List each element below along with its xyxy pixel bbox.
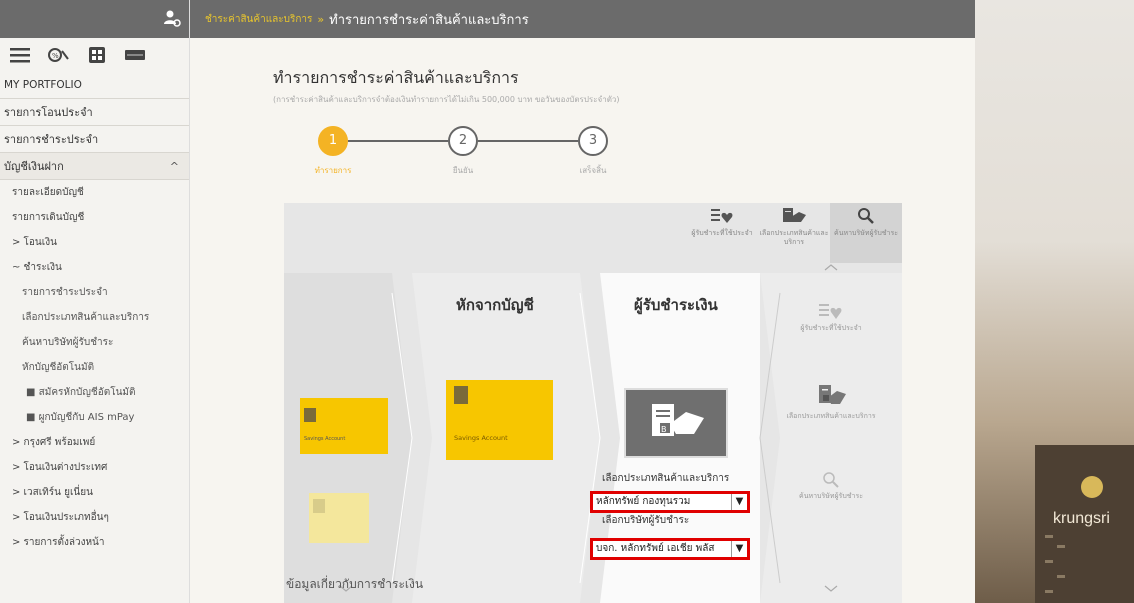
account-card-selected[interactable]: Savings Account <box>446 380 553 460</box>
step-1-circle: 1 <box>318 126 348 156</box>
chevron-up-icon[interactable] <box>824 263 838 271</box>
shortcut-label: เลือกประเภทสินค้าและบริการ <box>786 412 876 420</box>
svg-text:%: % <box>52 52 59 60</box>
sidebar-subitem-recurring-payment[interactable]: รายการชำระประจำ <box>0 280 189 305</box>
krungsri-logo-icon <box>1081 476 1103 498</box>
card-label: Savings Account <box>454 434 508 442</box>
sidebar-subitem-scheduled[interactable]: > รายการตั้งล่วงหน้า <box>0 530 189 555</box>
step-2-label: ยืนยัน <box>452 166 474 175</box>
page-title: ทำรายการชำระค่าสินค้าและบริการ <box>273 68 519 87</box>
percent-badge-icon[interactable]: % <box>48 47 70 63</box>
tool-label: ค้นหาบริษัทผู้รับชำระ <box>834 229 898 237</box>
user-settings-icon[interactable] <box>163 9 181 27</box>
progress-stepper: 1 2 3 ทำรายการ ยืนยัน เสร็จสิ้น <box>315 120 618 180</box>
category-select-value: หลักทรัพย์ กองทุนรวม <box>596 496 691 507</box>
select-category-tool[interactable]: เลือกประเภทสินค้าและบริการ <box>758 203 830 263</box>
category-select[interactable]: หลักทรัพย์ กองทุนรวม ▼ <box>590 491 750 513</box>
favorite-list-icon <box>819 304 842 319</box>
chevron-down-icon[interactable] <box>824 585 838 593</box>
biller-select-value: บจก. หลักทรัพย์ เอเชีย พลัส <box>596 543 715 554</box>
calculator-icon[interactable] <box>88 46 106 64</box>
page-note: (การชำระค่าสินค้าและบริการจำต้องเงินทำรา… <box>273 95 620 104</box>
step-1-label: ทำรายการ <box>314 166 352 175</box>
chevron-down-icon: ▼ <box>731 541 747 557</box>
payment-panel: ผู้รับชำระที่ใช้ประจำ เลือกประเภทสินค้าแ… <box>284 203 902 603</box>
sidebar-subitem-western-union[interactable]: > เวสเทิร์น ยูเนี่ยน <box>0 480 189 505</box>
favorite-billers-tool[interactable]: ผู้รับชำระที่ใช้ประจำ <box>686 203 758 263</box>
shortcut-search-biller[interactable]: ค้นหาบริษัทผู้รับชำระ <box>760 471 902 501</box>
bullet-icon: ■ <box>26 412 39 423</box>
sidebar-subitem-ais-mpay[interactable]: ■ ผูกบัญชีกับ AIS mPay <box>0 405 189 430</box>
shortcut-label: ค้นหาบริษัทผู้รับชำระ <box>799 492 863 500</box>
sidebar-subitem-statement[interactable]: รายการเดินบัญชี <box>0 205 189 230</box>
tool-row: ผู้รับชำระที่ใช้ประจำ เลือกประเภทสินค้าแ… <box>686 203 902 263</box>
shortcut-label: ผู้รับชำระที่ใช้ประจำ <box>800 324 862 332</box>
sidebar-subitem-transfer[interactable]: > โอนเงิน <box>0 230 189 255</box>
shortcut-favorite-billers[interactable]: ผู้รับชำระที่ใช้ประจำ <box>760 301 902 333</box>
breadcrumb-separator-icon: » <box>317 12 325 26</box>
step-connector <box>348 140 448 142</box>
shortcut-select-category[interactable]: เลือกประเภทสินค้าและบริการ <box>760 383 902 421</box>
sidebar-subitem-auto-debit[interactable]: หักบัญชีอัตโนมัติ <box>0 355 189 380</box>
tool-label: ผู้รับชำระที่ใช้ประจำ <box>691 229 753 237</box>
favorite-list-icon <box>711 209 733 223</box>
bullet-icon: ■ <box>26 387 39 398</box>
selection-area: หักจากบัญชี ผู้รับชำระเงิน Savings Accou… <box>284 264 902 603</box>
from-account-title: หักจากบัญชี <box>456 296 534 314</box>
sidebar-subitem-select-category[interactable]: เลือกประเภทสินค้าและบริการ <box>0 305 189 330</box>
sidebar-item-label: ผูกบัญชีกับ AIS mPay <box>38 412 135 423</box>
bill-hand-icon <box>819 385 846 404</box>
search-icon <box>823 472 839 488</box>
bill-hand-icon <box>783 208 806 222</box>
sidebar-header <box>0 0 189 38</box>
chevron-up-icon: ^ <box>169 160 179 173</box>
biller-field-label: เลือกบริษัทผู้รับชำระ <box>602 515 690 526</box>
krungsri-logo-icon <box>454 386 468 404</box>
card-icon[interactable] <box>124 49 146 61</box>
sidebar-subitem-apply-auto-debit[interactable]: ■ สมัครหักบัญชีอัตโนมัติ <box>0 380 189 405</box>
krungsri-logo-icon <box>313 499 325 513</box>
sidebar-item-label: สมัครหักบัญชีอัตโนมัติ <box>38 387 136 398</box>
step-connector <box>478 140 578 142</box>
sidebar-subitem-account-detail[interactable]: รายละเอียดบัญชี <box>0 180 189 205</box>
sidebar-subitem-search-biller[interactable]: ค้นหาบริษัทผู้รับชำระ <box>0 330 189 355</box>
account-card-secondary[interactable]: Savings Account <box>300 398 388 454</box>
category-field-label: เลือกประเภทสินค้าและบริการ <box>602 473 730 484</box>
step-3-label: เสร็จสิ้น <box>579 166 607 175</box>
breadcrumb-parent[interactable]: ชำระค่าสินค้าและบริการ <box>205 12 312 27</box>
bill-hand-icon: B <box>652 404 704 436</box>
right-shortcut-column: ผู้รับชำระที่ใช้ประจำ เลือกประเภทสินค้าแ… <box>760 264 902 603</box>
sidebar-icon-row: % <box>0 38 189 72</box>
sidebar: % MY PORTFOLIO รายการโอนประจำ รายการชำระ… <box>0 0 190 603</box>
brand-banner: krungsri <box>975 0 1134 603</box>
svg-text:B: B <box>661 425 667 434</box>
sidebar-item-deposit-accounts[interactable]: บัญชีเงินฝาก ^ <box>0 153 189 180</box>
krungsri-logo-icon <box>304 408 316 422</box>
sidebar-item-recurring-payment[interactable]: รายการชำระประจำ <box>0 126 189 153</box>
main-content: ทำรายการชำระค่าสินค้าและบริการ (การชำระค… <box>190 38 975 603</box>
biller-select[interactable]: บจก. หลักทรัพย์ เอเชีย พลัส ▼ <box>590 538 750 560</box>
breadcrumb-current: ทำรายการชำระค่าสินค้าและบริการ <box>329 12 529 28</box>
sidebar-subitem-payment[interactable]: ~ ชำระเงิน <box>0 255 189 280</box>
search-biller-tool[interactable]: ค้นหาบริษัทผู้รับชำระ <box>830 203 902 263</box>
breadcrumb: ชำระค่าสินค้าและบริการ » ทำรายการชำระค่า… <box>190 0 975 38</box>
sidebar-item-portfolio[interactable]: MY PORTFOLIO <box>0 72 189 99</box>
payment-info-section-title[interactable]: ข้อมูลเกี่ยวกับการชำระเงิน <box>286 575 423 594</box>
account-card-other[interactable] <box>309 493 369 543</box>
sidebar-item-label: บัญชีเงินฝาก <box>4 160 64 173</box>
step-2-circle: 2 <box>448 126 478 156</box>
sidebar-subitem-promptpay[interactable]: > กรุงศรี พร้อมเพย์ <box>0 430 189 455</box>
card-label: Savings Account <box>304 436 346 442</box>
step-3-circle: 3 <box>578 126 608 156</box>
chevron-down-icon: ▼ <box>731 494 747 510</box>
menu-icon[interactable] <box>10 47 30 63</box>
brand-name: krungsri <box>1053 510 1110 527</box>
payee-title: ผู้รับชำระเงิน <box>634 296 718 314</box>
sidebar-subitem-other-transfer[interactable]: > โอนเงินประเภทอื่นๆ <box>0 505 189 530</box>
sidebar-subitem-intl-transfer[interactable]: > โอนเงินต่างประเทศ <box>0 455 189 480</box>
sidebar-item-recurring-transfer[interactable]: รายการโอนประจำ <box>0 99 189 126</box>
payee-category-display: B <box>624 388 728 458</box>
search-icon <box>858 208 874 224</box>
tool-label: เลือกประเภทสินค้าและบริการ <box>759 229 829 246</box>
